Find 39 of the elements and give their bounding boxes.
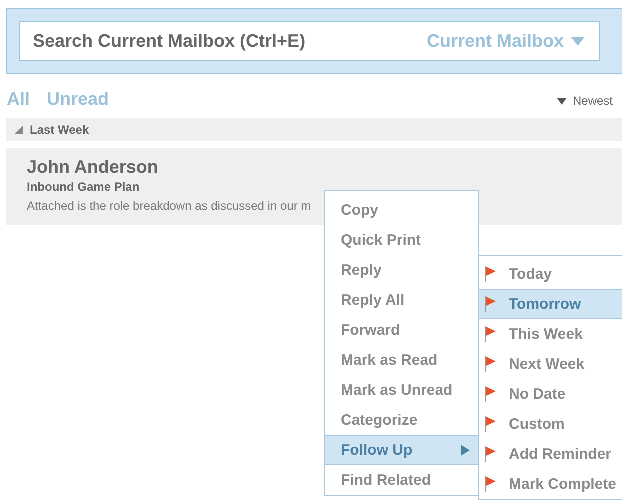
- menu-item[interactable]: Mark as Read: [325, 345, 478, 375]
- menu-item[interactable]: No Date: [479, 379, 622, 409]
- message-subject: Inbound Game Plan: [27, 180, 141, 194]
- filter-tab[interactable]: Unread: [47, 89, 110, 110]
- menu-item[interactable]: Tomorrow: [479, 289, 622, 319]
- menu-item[interactable]: Mark as Unread: [325, 375, 478, 405]
- filter-tab[interactable]: All: [7, 89, 30, 110]
- menu-item[interactable]: Add Reminder: [479, 439, 622, 469]
- group-header[interactable]: Last Week: [6, 118, 622, 141]
- flag-icon: [485, 446, 497, 462]
- menu-item[interactable]: Custom: [479, 409, 622, 439]
- flag-icon: [485, 476, 497, 492]
- menu-item[interactable]: Reply All: [325, 285, 478, 315]
- group-label: Last Week: [30, 122, 90, 136]
- flag-icon: [485, 356, 497, 372]
- menu-item[interactable]: Follow Up: [325, 435, 478, 465]
- sort-button[interactable]: Newest: [556, 94, 613, 108]
- caret-icon: [556, 98, 567, 104]
- menu-item[interactable]: Categorize: [325, 405, 478, 435]
- flag-icon: [485, 296, 497, 312]
- flag-icon: [485, 416, 497, 432]
- scope-dropdown[interactable]: Current Mailbox: [426, 30, 585, 52]
- expand-icon[interactable]: [15, 126, 23, 134]
- flag-icon: [485, 386, 497, 402]
- menu-item[interactable]: Forward: [325, 315, 478, 345]
- menu-item[interactable]: This Week: [479, 319, 622, 349]
- message-preview: Attached is the role breakdown as discussed in our m: [27, 199, 312, 213]
- message-sender: John Anderson: [27, 157, 160, 178]
- menu-item[interactable]: Find Related: [325, 465, 478, 495]
- menu-item[interactable]: Copy: [325, 195, 478, 225]
- flag-icon: [485, 326, 497, 342]
- menu-item[interactable]: Next Week: [479, 349, 622, 379]
- menu-item[interactable]: Quick Print: [325, 225, 478, 255]
- menu-item[interactable]: Today: [479, 259, 622, 289]
- flag-icon: [485, 266, 497, 282]
- menu-item[interactable]: Mark Complete: [479, 469, 622, 499]
- menu-item[interactable]: Reply: [325, 255, 478, 285]
- search-field[interactable]: Search Current Mailbox (Ctrl+E) Current Mailbox: [19, 21, 600, 61]
- caret-icon: [571, 36, 585, 46]
